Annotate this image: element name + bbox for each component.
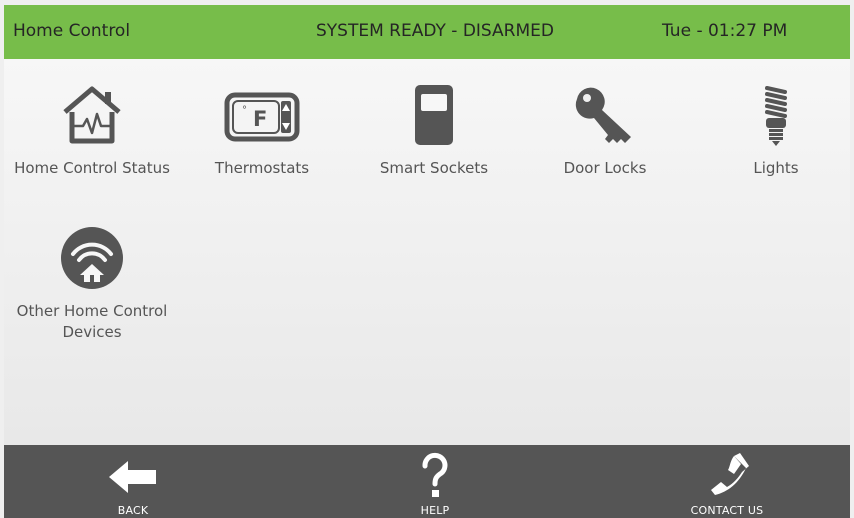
tile-label: Home Control Status <box>14 159 170 177</box>
tile-label: Thermostats <box>214 159 310 177</box>
home-control-status-tile[interactable]: Home Control Status <box>7 82 177 179</box>
key-icon <box>575 87 631 143</box>
date-time: Tue - 01:27 PM <box>662 21 788 41</box>
home-control-menu: Home Control Status ° F Thermostats Smar… <box>4 59 850 445</box>
svg-text:°: ° <box>242 105 247 116</box>
help-button[interactable]: HELP <box>380 451 490 517</box>
light-bulb-icon <box>765 86 787 146</box>
door-locks-tile[interactable]: Door Locks <box>520 82 690 179</box>
tile-label: Other Home Control Devices <box>7 301 177 343</box>
phone-icon <box>711 453 749 495</box>
tile-label-line: Devices <box>62 323 122 341</box>
svg-text:F: F <box>253 107 267 131</box>
tile-label: Lights <box>753 159 799 177</box>
back-button[interactable]: BACK <box>78 451 188 517</box>
thermostats-tile[interactable]: ° F Thermostats <box>177 82 347 179</box>
other-home-control-devices-tile[interactable]: Other Home Control Devices <box>7 225 177 343</box>
lights-tile[interactable]: Lights <box>691 82 854 179</box>
contact-us-button[interactable]: CONTACT US <box>672 451 782 517</box>
question-mark-icon <box>422 452 448 497</box>
back-label: BACK <box>117 504 149 517</box>
smart-socket-icon <box>415 85 453 145</box>
tile-label-line: Other Home Control <box>16 302 168 320</box>
tile-label: Door Locks <box>563 159 647 177</box>
help-label: HELP <box>420 504 450 517</box>
system-status: SYSTEM READY - DISARMED <box>316 21 554 41</box>
arrow-left-icon <box>109 461 156 493</box>
contact-us-label: CONTACT US <box>690 504 764 517</box>
thermostat-icon: ° F <box>224 92 300 142</box>
home-status-icon <box>63 86 121 144</box>
smart-sockets-tile[interactable]: Smart Sockets <box>349 82 519 179</box>
tile-label: Smart Sockets <box>379 159 489 177</box>
top-status-bar: Home Control SYSTEM READY - DISARMED Tue… <box>4 5 850 59</box>
wifi-home-icon <box>61 227 123 289</box>
page-title: Home Control <box>13 21 131 41</box>
bottom-navigation: BACK HELP CONTACT US <box>4 445 850 518</box>
